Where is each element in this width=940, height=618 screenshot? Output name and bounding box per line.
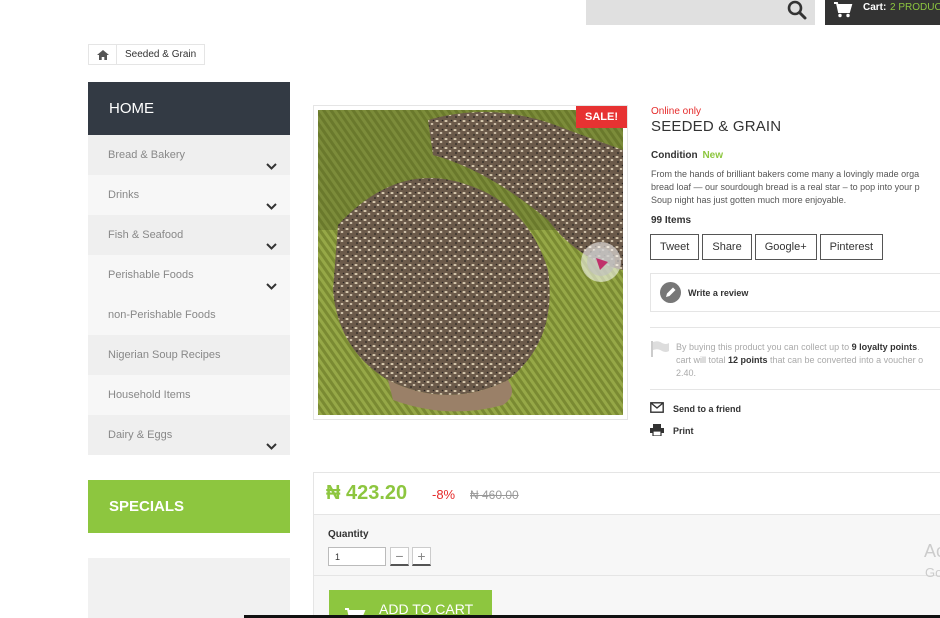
- description-line: From the hands of brilliant bakers come …: [651, 169, 920, 179]
- sidebar-item-label: Fish & Seafood: [108, 229, 184, 241]
- sidebar-item-label: Drinks: [108, 189, 140, 201]
- google-plus-button[interactable]: Google+: [754, 234, 817, 260]
- tweet-button[interactable]: Tweet: [650, 234, 700, 260]
- specials-header[interactable]: SPECIALS: [88, 480, 290, 533]
- cart-summary[interactable]: Cart: 2 PRODUCT: [825, 0, 940, 25]
- product-description: From the hands of brilliant bakers come …: [651, 168, 940, 207]
- print-label: Print: [673, 426, 694, 436]
- envelope-icon: [650, 402, 664, 415]
- social-share-buttons: Tweet Share Google+ Pinterest: [650, 234, 884, 260]
- share-button[interactable]: Share: [702, 234, 752, 260]
- chevron-down-icon[interactable]: [266, 269, 277, 290]
- price-bar: ₦ 423.20 -8% ₦ 460.00: [313, 472, 940, 515]
- add-to-cart-panel: Quantity − + ADD TO CART Ac Go: [313, 515, 940, 618]
- loyalty-cart-points: 12 points: [728, 355, 768, 365]
- quantity-input[interactable]: [328, 547, 386, 566]
- sidebar-item-perishable-foods[interactable]: Perishable Foods: [88, 255, 290, 295]
- chevron-down-icon[interactable]: [266, 189, 277, 210]
- pinterest-button[interactable]: Pinterest: [819, 234, 884, 260]
- discount-badge: -8%: [432, 487, 456, 502]
- sidebar-item-non-perishable-foods[interactable]: non-Perishable Foods: [88, 295, 290, 335]
- product-condition: Condition New: [651, 150, 723, 161]
- write-review-link[interactable]: Write a review: [688, 288, 748, 298]
- product-title: SEEDED & GRAIN: [651, 118, 782, 135]
- print-link[interactable]: Print: [650, 424, 694, 438]
- sidebar-item-label: Bread & Bakery: [108, 149, 186, 161]
- shopping-cart-icon: [344, 600, 366, 618]
- stock-quantity: 99 Items: [651, 215, 692, 226]
- sidebar-item-fish-seafood[interactable]: Fish & Seafood: [88, 215, 290, 255]
- condition-value: New: [702, 150, 723, 161]
- chevron-down-icon[interactable]: [266, 429, 277, 450]
- cart-count: 2 PRODUCT: [890, 2, 940, 13]
- home-icon[interactable]: [89, 45, 117, 64]
- current-price: ₦ 423.20: [326, 482, 408, 504]
- flag-icon: [650, 340, 670, 358]
- category-sidebar: HOME Bread & Bakery Drinks Fish & Seafoo…: [88, 82, 290, 455]
- sidebar-item-label: Nigerian Soup Recipes: [108, 349, 221, 361]
- quantity-increase-button[interactable]: +: [412, 547, 431, 566]
- loyalty-line2-pre: cart will total: [676, 355, 729, 365]
- add-to-cart-button[interactable]: ADD TO CART: [329, 590, 492, 618]
- sidebar-item-label: non-Perishable Foods: [108, 309, 216, 321]
- loyalty-points-info: By buying this product you can collect u…: [650, 327, 940, 390]
- loyalty-line1-post: .: [917, 342, 920, 352]
- sidebar-item-label: Household Items: [108, 389, 191, 401]
- chevron-down-icon[interactable]: [266, 229, 277, 250]
- sidebar-item-dairy-eggs[interactable]: Dairy & Eggs: [88, 415, 290, 455]
- sidebar-item-bread-bakery[interactable]: Bread & Bakery: [88, 135, 290, 175]
- description-line: bread loaf — our sourdough bread is a re…: [651, 182, 920, 192]
- breadcrumb-current[interactable]: Seeded & Grain: [117, 45, 204, 64]
- sale-badge: SALE!: [576, 106, 627, 128]
- send-to-friend-link[interactable]: Send to a friend: [650, 402, 741, 415]
- loyalty-line2-post: that can be converted into a voucher o: [767, 355, 924, 365]
- product-image[interactable]: [318, 110, 623, 415]
- search-bar[interactable]: [586, 0, 815, 25]
- faint-text: Ac: [924, 541, 940, 561]
- sidebar-home[interactable]: HOME: [88, 82, 290, 135]
- quantity-label: Quantity: [328, 529, 369, 540]
- sidebar-item-label: Dairy & Eggs: [108, 429, 173, 441]
- chevron-down-icon[interactable]: [266, 149, 277, 170]
- condition-label: Condition: [651, 150, 698, 161]
- sidebar-item-household-items[interactable]: Household Items: [88, 375, 290, 415]
- loyalty-line3: 2.40.: [676, 368, 697, 378]
- sidebar-item-drinks[interactable]: Drinks: [88, 175, 290, 215]
- product-image-frame[interactable]: [313, 105, 628, 420]
- divider: [314, 575, 940, 576]
- sidebar-item-nigerian-soup-recipes[interactable]: Nigerian Soup Recipes: [88, 335, 290, 375]
- sidebar-item-label: Perishable Foods: [108, 269, 194, 281]
- shopping-cart-icon: [833, 1, 853, 19]
- loyalty-line1-pre: By buying this product you can collect u…: [676, 342, 852, 352]
- pencil-icon: [660, 282, 681, 303]
- search-icon[interactable]: [785, 0, 809, 22]
- loyalty-points: 9 loyalty points: [851, 342, 918, 352]
- old-price: ₦ 460.00: [470, 488, 519, 502]
- write-review-box[interactable]: Write a review: [650, 273, 940, 312]
- printer-icon: [650, 424, 664, 438]
- loyalty-text: By buying this product you can collect u…: [676, 341, 940, 380]
- specials-block: [88, 558, 290, 618]
- send-to-friend-label: Send to a friend: [673, 403, 742, 414]
- online-only-label: Online only: [651, 106, 702, 117]
- quantity-decrease-button[interactable]: −: [390, 547, 409, 566]
- cart-label: Cart:: [863, 2, 887, 13]
- description-line: Soup night has just gotten much more enj…: [651, 195, 847, 205]
- breadcrumb: Seeded & Grain: [88, 44, 206, 65]
- faint-text: Go: [925, 565, 940, 580]
